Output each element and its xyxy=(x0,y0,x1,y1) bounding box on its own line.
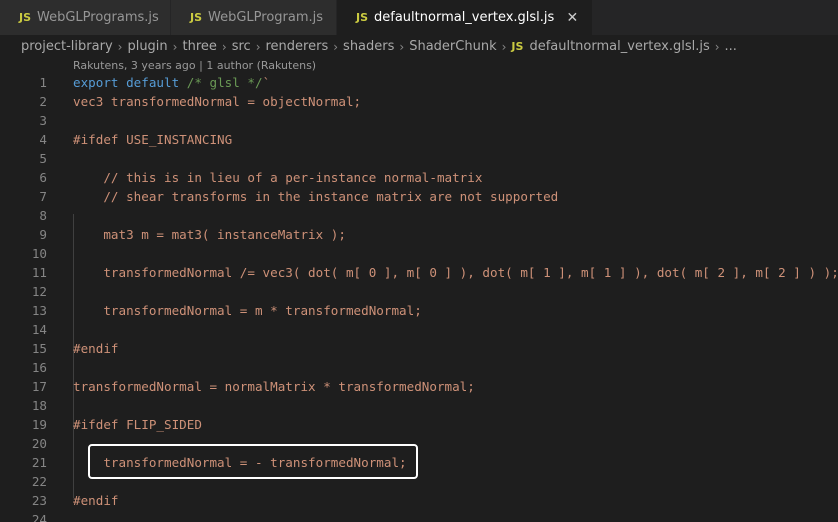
code-text: #ifdef FLIP_SIDED xyxy=(73,417,202,432)
breadcrumb-item[interactable]: ShaderChunk xyxy=(409,39,496,54)
javascript-file-icon: JS xyxy=(356,11,369,24)
code-text: mat3 m = mat3( instanceMatrix ); xyxy=(73,227,346,242)
line-number: 8 xyxy=(39,208,47,223)
code-line[interactable]: 14 xyxy=(0,320,838,339)
code-text: transformedNormal = normalMatrix * trans… xyxy=(73,379,475,394)
close-icon[interactable]: ✕ xyxy=(564,10,580,26)
code-line[interactable]: 18 xyxy=(0,396,838,415)
line-number: 15 xyxy=(31,341,47,356)
code-line[interactable]: 19 #ifdef FLIP_SIDED xyxy=(0,415,838,434)
code-line[interactable]: 12 xyxy=(0,282,838,301)
javascript-file-icon: JS xyxy=(190,11,203,24)
tab-defaultnormal-vertex[interactable]: JS defaultnormal_vertex.glsl.js ✕ xyxy=(337,0,594,35)
chevron-right-icon: › xyxy=(221,39,227,54)
chevron-right-icon: › xyxy=(172,39,178,54)
chevron-right-icon: › xyxy=(399,39,405,54)
breadcrumb-item[interactable]: renderers xyxy=(266,39,329,54)
code-line[interactable]: 24 xyxy=(0,510,838,522)
line-number: 10 xyxy=(31,246,47,261)
line-number: 6 xyxy=(39,170,47,185)
code-line[interactable]: 3 xyxy=(0,111,838,130)
javascript-file-icon: JS xyxy=(19,11,32,24)
breadcrumb-item[interactable]: src xyxy=(232,39,251,54)
code-line[interactable]: 17 transformedNormal = normalMatrix * tra… xyxy=(0,377,838,396)
line-number: 22 xyxy=(31,474,47,489)
code-line[interactable]: 9 mat3 m = mat3( instanceMatrix ); xyxy=(0,225,838,244)
breadcrumb-file[interactable]: defaultnormal_vertex.glsl.js xyxy=(529,39,709,54)
code-text: transformedNormal /= vec3( dot( m[ 0 ], … xyxy=(73,265,838,280)
git-blame-annotation[interactable]: Rakutens, 3 years ago | 1 author (Rakute… xyxy=(73,59,316,72)
breadcrumb-item[interactable]: three xyxy=(182,39,216,54)
code-line[interactable]: 6 // this is in lieu of a per-instance n… xyxy=(0,168,838,187)
code-text: export default /* glsl */` xyxy=(73,73,270,92)
tab-webglprograms[interactable]: JS WebGLPrograms.js xyxy=(0,0,171,35)
code-line[interactable]: 15 #endif xyxy=(0,339,838,358)
tab-label: defaultnormal_vertex.glsl.js xyxy=(374,10,555,25)
breadcrumb: project-library › plugin › three › src ›… xyxy=(0,35,838,58)
line-number: 17 xyxy=(31,379,47,394)
chevron-right-icon: › xyxy=(333,39,339,54)
breadcrumb-item[interactable]: plugin xyxy=(127,39,167,54)
code-line[interactable]: 2 vec3 transformedNormal = objectNormal; xyxy=(0,92,838,111)
line-number: 19 xyxy=(31,417,47,432)
code-line[interactable]: 4 #ifdef USE_INSTANCING xyxy=(0,130,838,149)
comment-token: /* glsl */ xyxy=(186,75,263,90)
tab-bar: JS WebGLPrograms.js JS WebGLProgram.js J… xyxy=(0,0,838,35)
code-line[interactable]: 1 export default /* glsl */` xyxy=(0,73,838,92)
line-number: 2 xyxy=(39,94,47,109)
code-text: vec3 transformedNormal = objectNormal; xyxy=(73,94,362,109)
line-number: 21 xyxy=(31,455,47,470)
code-text: #endif xyxy=(73,493,119,508)
code-line[interactable]: 10 xyxy=(0,244,838,263)
code-text: transformedNormal = m * transformedNorma… xyxy=(73,303,422,318)
line-number: 4 xyxy=(39,132,47,147)
line-number: 20 xyxy=(31,436,47,451)
code-line[interactable]: 13 transformedNormal = m * transformedNo… xyxy=(0,301,838,320)
string-token: ` xyxy=(262,75,271,90)
code-text: // this is in lieu of a per-instance nor… xyxy=(73,170,483,185)
line-number: 5 xyxy=(39,151,47,166)
line-number: 14 xyxy=(31,322,47,337)
keyword-token: export default xyxy=(73,75,187,90)
line-number: 23 xyxy=(31,493,47,508)
line-number: 16 xyxy=(31,360,47,375)
tab-webglprogram[interactable]: JS WebGLProgram.js xyxy=(171,0,337,35)
code-line[interactable]: 16 xyxy=(0,358,838,377)
line-number: 13 xyxy=(31,303,47,318)
code-text: #endif xyxy=(73,341,119,356)
javascript-file-icon: JS xyxy=(511,40,524,53)
chevron-right-icon: › xyxy=(117,39,123,54)
line-number: 1 xyxy=(39,75,47,90)
line-number: 24 xyxy=(31,512,47,522)
chevron-right-icon: › xyxy=(255,39,261,54)
line-number: 11 xyxy=(31,265,47,280)
code-line[interactable]: 5 xyxy=(0,149,838,168)
tab-label: WebGLPrograms.js xyxy=(37,10,159,25)
highlight-annotation-box xyxy=(88,444,418,479)
line-number: 9 xyxy=(39,227,47,242)
code-line[interactable]: 11 transformedNormal /= vec3( dot( m[ 0 … xyxy=(0,263,838,282)
chevron-right-icon: › xyxy=(501,39,507,54)
breadcrumb-more[interactable]: ... xyxy=(725,39,737,54)
chevron-right-icon: › xyxy=(714,39,720,54)
code-line[interactable]: 8 xyxy=(0,206,838,225)
breadcrumb-item[interactable]: project-library xyxy=(21,39,113,54)
code-text: #ifdef USE_INSTANCING xyxy=(73,132,233,147)
code-line[interactable]: 23 #endif xyxy=(0,491,838,510)
code-line[interactable]: 7 // shear transforms in the instance ma… xyxy=(0,187,838,206)
breadcrumb-item[interactable]: shaders xyxy=(343,39,394,54)
line-number: 7 xyxy=(39,189,47,204)
tab-label: WebGLProgram.js xyxy=(208,10,324,25)
code-text: // shear transforms in the instance matr… xyxy=(73,189,559,204)
line-number: 18 xyxy=(31,398,47,413)
line-number: 12 xyxy=(31,284,47,299)
line-number: 3 xyxy=(39,113,47,128)
